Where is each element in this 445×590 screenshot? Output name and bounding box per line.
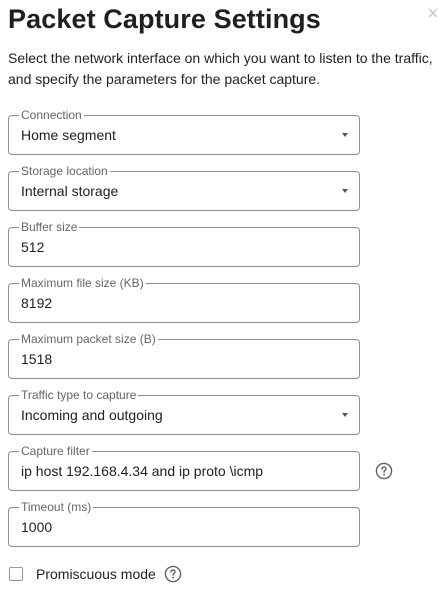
- dialog-title: Packet Capture Settings: [8, 4, 321, 34]
- max-packet-size-value: 1518: [21, 351, 53, 367]
- buffer-size-value: 512: [21, 239, 45, 255]
- max-packet-size-input[interactable]: Maximum packet size (B) 1518: [8, 332, 360, 379]
- max-packet-size-label: Maximum packet size (B): [19, 332, 158, 346]
- traffic-type-select[interactable]: Traffic type to capture Incoming and out…: [8, 388, 360, 435]
- close-button[interactable]: [424, 4, 442, 22]
- capture-filter-input[interactable]: Capture filter ip host 192.168.4.34 and …: [8, 444, 360, 491]
- traffic-type-value: Incoming and outgoing: [21, 407, 163, 423]
- max-file-size-value: 8192: [21, 295, 53, 311]
- connection-select[interactable]: Connection Home segment: [8, 108, 360, 155]
- capture-filter-value: ip host 192.168.4.34 and ip proto \icmp: [21, 463, 264, 479]
- max-file-size-input[interactable]: Maximum file size (KB) 8192: [8, 276, 360, 323]
- close-icon: [428, 8, 438, 18]
- promiscuous-mode-label[interactable]: Promiscuous mode: [36, 566, 156, 583]
- timeout-input[interactable]: Timeout (ms) 1000: [8, 500, 360, 547]
- connection-value: Home segment: [21, 127, 116, 143]
- capture-filter-label: Capture filter: [19, 444, 92, 458]
- connection-label: Connection: [19, 108, 84, 122]
- help-circle-icon[interactable]: [164, 565, 182, 583]
- chevron-down-icon: [342, 189, 348, 193]
- chevron-down-icon: [342, 133, 348, 137]
- promiscuous-mode-checkbox[interactable]: [9, 567, 23, 581]
- timeout-label: Timeout (ms): [19, 500, 94, 514]
- help-circle-icon[interactable]: [375, 462, 393, 480]
- timeout-value: 1000: [21, 519, 53, 535]
- buffer-size-label: Buffer size: [19, 220, 80, 234]
- buffer-size-input[interactable]: Buffer size 512: [8, 220, 360, 267]
- storage-location-label: Storage location: [19, 164, 110, 178]
- storage-location-value: Internal storage: [21, 183, 119, 199]
- dialog-description: Select the network interface on which yo…: [8, 50, 433, 87]
- chevron-down-icon: [342, 413, 348, 417]
- traffic-type-label: Traffic type to capture: [19, 388, 139, 402]
- max-file-size-label: Maximum file size (KB): [19, 276, 146, 290]
- storage-location-select[interactable]: Storage location Internal storage: [8, 164, 360, 211]
